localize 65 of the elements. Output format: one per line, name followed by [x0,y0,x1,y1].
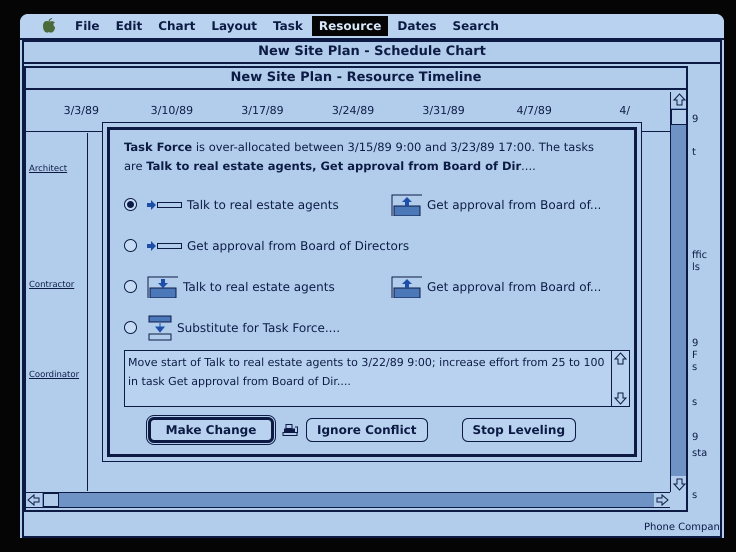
scroll-up-icon[interactable] [671,92,686,108]
date-label: 3/24/89 [330,103,376,120]
date-label: 3/10/89 [150,103,194,120]
chart-text: F [692,350,698,362]
chart-text: sta [692,448,708,460]
chart-text: 9 [692,432,698,444]
down-arrow-bar-icon [147,276,179,298]
chart-text: t [692,147,696,159]
chart-text: s [692,490,698,502]
menu-item[interactable]: Dates [390,16,444,36]
date-label: 3/31/89 [421,103,466,120]
chart-text: s [692,362,698,374]
radio-button[interactable] [124,239,137,252]
up-arrow-bar-icon [391,194,423,216]
chart-text: ls [692,262,700,274]
arrow-bar-icon [147,240,183,250]
option-label: Talk to real estate agents [183,278,335,296]
option-label: Get approval from Board of... [427,196,602,214]
resource-label[interactable]: Contractor [29,279,74,292]
radio-button[interactable] [124,198,137,211]
date-label: 3/17/89 [240,103,285,120]
scroll-down-icon[interactable] [612,390,629,406]
date-label: 3/3/89 [62,103,100,120]
scroll-left-icon[interactable] [26,493,42,507]
arrow-bar-icon [147,200,183,210]
window-title: New Site Plan - Resource Timeline [26,68,686,90]
radio-button[interactable] [124,280,137,293]
scroll-thumb[interactable] [671,109,686,125]
conflict-message: Task Force is over-allocated between 3/15/89 9:00 and 3/23/89 17:00. The tasks are Talk to real estate agents, Get approval from Board of Dir.... [124,139,595,175]
scroll-right-icon[interactable] [654,493,670,507]
dialog-button[interactable]: Make Change [148,417,274,443]
menu-item[interactable]: Edit [108,16,150,36]
chart-text: ffic [692,250,708,262]
vertical-scrollbar[interactable] [670,92,686,492]
chart-text: 9 [692,338,698,350]
menu-item[interactable]: Task [266,16,310,36]
date-label: 4/ [618,103,632,120]
chart-text: Phone Compan [644,522,720,534]
scroll-thumb[interactable] [43,493,59,507]
date-label: 4/7/89 [515,103,553,120]
option-label: Substitute for Task Force.... [177,320,340,336]
option-label: Get approval from Board of Directors [187,238,410,254]
scroll-down-icon[interactable] [671,476,686,492]
menu-item[interactable]: Layout [204,16,264,36]
menu-item[interactable]: File [68,16,107,36]
window-title: New Site Plan - Schedule Chart [24,42,720,64]
resource-label[interactable]: Coordinator [29,369,80,382]
swap-bars-icon [147,314,173,340]
dialog-button[interactable]: Stop Leveling [462,418,576,442]
menu-item[interactable]: Chart [151,16,202,36]
description-text: Move start of Talk to real estate agents to 3/22/89 9:00; increase effort from 25 to 100 in task Get approval from Board of Dir.... [128,355,606,390]
menu-item[interactable]: Search [445,16,506,36]
text-scrollbar[interactable] [611,351,629,406]
horizontal-scrollbar[interactable] [26,492,670,508]
up-arrow-bar-icon [391,276,423,298]
scroll-up-icon[interactable] [612,351,629,367]
menu-item[interactable]: Resource [312,16,388,36]
option-label: Talk to real estate agents [187,196,339,214]
resource-label[interactable]: Architect [29,163,68,176]
radio-button[interactable] [124,321,137,334]
option-label: Get approval from Board of... [427,278,602,296]
dialog-button[interactable]: Ignore Conflict [306,418,428,442]
chart-text: 9 [692,114,698,126]
chart-text: s [692,397,698,409]
apple-logo-icon[interactable] [42,18,56,34]
